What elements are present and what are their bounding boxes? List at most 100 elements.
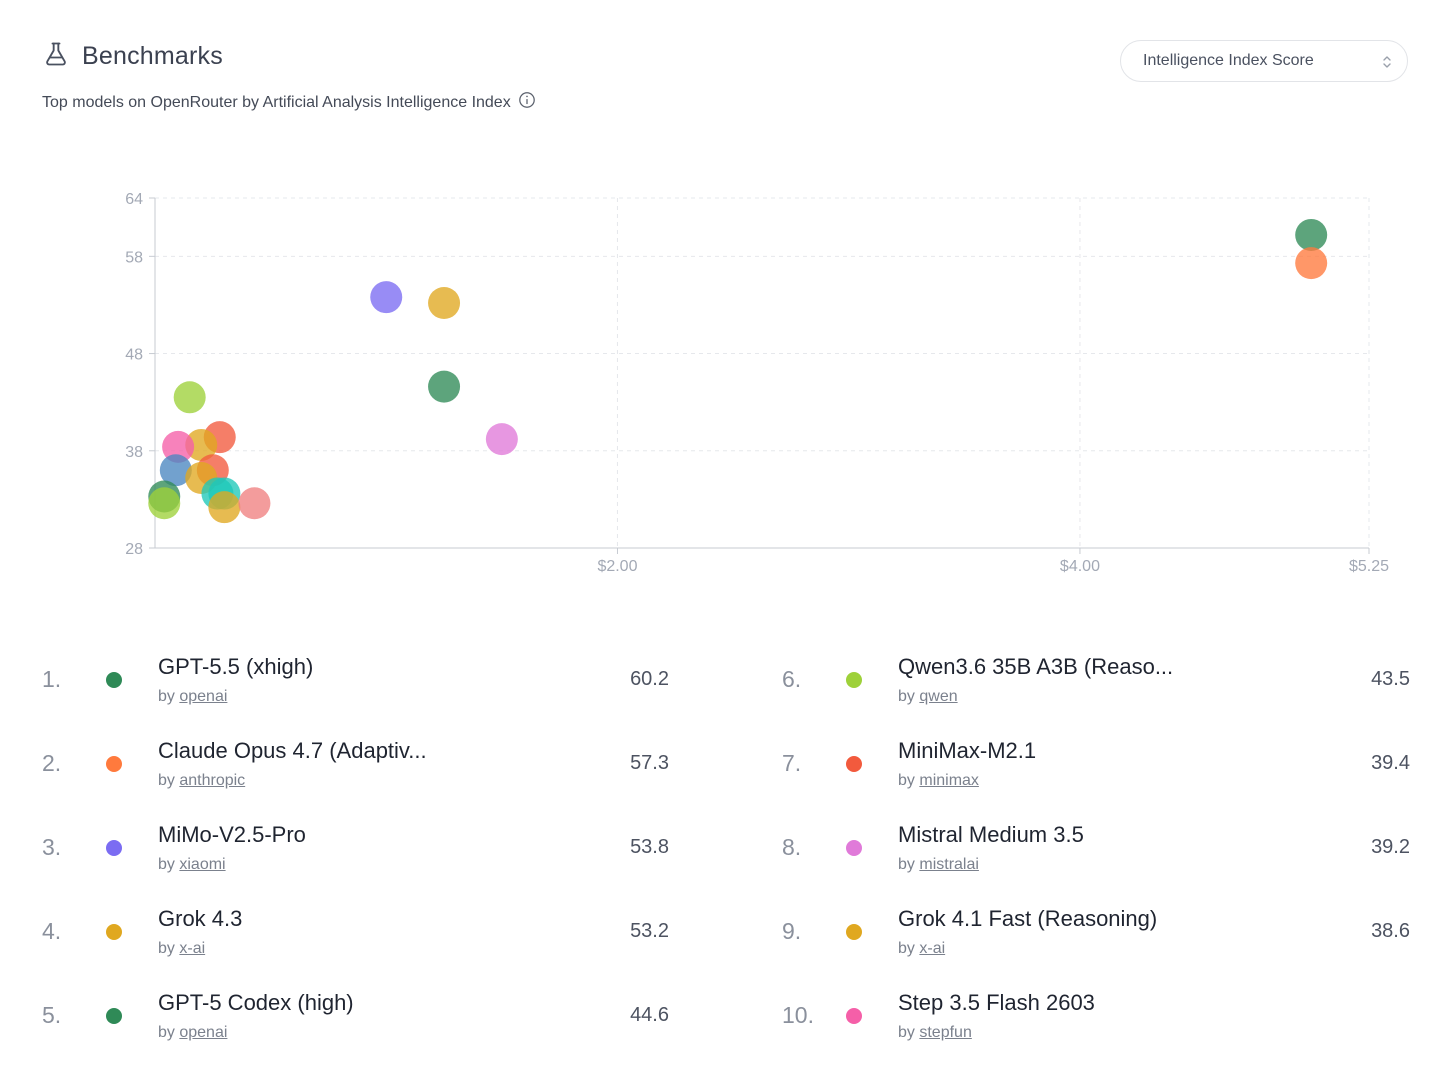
series-color-dot [846, 840, 862, 856]
by-label: by [898, 1024, 915, 1041]
scatter-point [1295, 218, 1328, 251]
rank-number: 3. [42, 834, 62, 860]
title-row: Benchmarks [42, 40, 536, 73]
series-color-dot [846, 924, 862, 940]
flask-icon [42, 40, 70, 73]
leaderboard-row[interactable]: 6. Qwen3.6 35B A3B (Reaso... by qwen 43.5 [740, 648, 1440, 732]
scatter-point [428, 287, 461, 319]
model-author: by xiaomi [158, 856, 226, 874]
model-score: 53.8 [630, 836, 669, 858]
rank-number: 7. [782, 750, 802, 776]
model-author: by qwen [898, 688, 958, 706]
leaderboard-row[interactable]: 7. MiniMax-M2.1 by minimax 39.4 [740, 732, 1440, 816]
model-score: 57.3 [630, 752, 669, 774]
by-label: by [898, 688, 915, 705]
page-subtitle: Top models on OpenRouter by Artificial A… [42, 93, 511, 111]
model-name[interactable]: MiMo-V2.5-Pro [158, 822, 306, 848]
model-name[interactable]: Mistral Medium 3.5 [898, 822, 1084, 848]
series-color-dot [106, 924, 122, 940]
x-tick-label: $2.00 [597, 558, 637, 575]
model-name[interactable]: Grok 4.1 Fast (Reasoning) [898, 906, 1157, 932]
model-score: 44.6 [630, 1004, 669, 1026]
model-score: 39.2 [1371, 836, 1410, 858]
rank-number: 9. [782, 918, 802, 944]
rank-number: 1. [42, 666, 62, 692]
author-link[interactable]: x-ai [179, 940, 205, 957]
author-link[interactable]: minimax [919, 772, 979, 789]
series-color-dot [106, 672, 122, 688]
model-score: 39.4 [1371, 752, 1410, 774]
info-icon[interactable] [518, 91, 536, 114]
series-color-dot [846, 672, 862, 688]
by-label: by [898, 940, 915, 957]
by-label: by [158, 856, 175, 873]
author-link[interactable]: mistralai [919, 856, 979, 873]
scatter-point [428, 370, 461, 403]
scatter-point [148, 487, 181, 520]
leaderboard-row[interactable]: 8. Mistral Medium 3.5 by mistralai 39.2 [740, 816, 1440, 900]
leaderboard-row[interactable]: 5. GPT-5 Codex (high) by openai 44.6 [0, 984, 720, 1068]
series-color-dot [106, 1008, 122, 1024]
leaderboard-row[interactable]: 4. Grok 4.3 by x-ai 53.2 [0, 900, 720, 984]
by-label: by [898, 772, 915, 789]
author-link[interactable]: qwen [919, 688, 957, 705]
leaderboard-row[interactable]: 1. GPT-5.5 (xhigh) by openai 60.2 [0, 648, 720, 732]
metric-select[interactable]: Intelligence Index Score [1120, 40, 1408, 82]
y-tick-label: 64 [125, 191, 143, 208]
author-link[interactable]: openai [179, 1024, 227, 1041]
by-label: by [158, 772, 175, 789]
author-link[interactable]: stepfun [919, 1024, 971, 1041]
y-tick-label: 48 [125, 347, 143, 364]
model-author: by openai [158, 688, 227, 706]
by-label: by [158, 940, 175, 957]
leaderboard-left: 1. GPT-5.5 (xhigh) by openai 60.2 2. Claude O… [0, 648, 720, 1068]
x-tick-label: $5.25 [1349, 558, 1389, 575]
scatter-point [173, 381, 206, 414]
author-link[interactable]: anthropic [179, 772, 245, 789]
x-tick-label: $4.00 [1060, 558, 1100, 575]
model-name[interactable]: Claude Opus 4.7 (Adaptiv... [158, 738, 427, 764]
leaderboard-row[interactable]: 10. Step 3.5 Flash 2603 by stepfun [740, 984, 1440, 1068]
model-author: by anthropic [158, 772, 245, 790]
series-color-dot [106, 840, 122, 856]
scatter-chart: 64 58 48 38 28 $2.00 $4.00 $5.25 [125, 191, 1389, 575]
model-author: by x-ai [158, 940, 205, 958]
model-author: by minimax [898, 772, 979, 790]
model-name[interactable]: MiniMax-M2.1 [898, 738, 1036, 764]
page-title: Benchmarks [82, 42, 223, 70]
rank-number: 5. [42, 1002, 62, 1028]
series-color-dot [106, 756, 122, 772]
scatter-point [485, 423, 518, 456]
leaderboard-row[interactable]: 3. MiMo-V2.5-Pro by xiaomi 53.8 [0, 816, 720, 900]
model-name[interactable]: Qwen3.6 35B A3B (Reaso... [898, 654, 1173, 680]
chevron-up-down-icon [1383, 56, 1391, 68]
model-author: by mistralai [898, 856, 979, 874]
leaderboard-row[interactable]: 2. Claude Opus 4.7 (Adaptiv... by anthropi… [0, 732, 720, 816]
scatter-point [1295, 247, 1328, 280]
by-label: by [158, 1024, 175, 1041]
benchmarks-header: Benchmarks Top models on OpenRouter by A… [42, 40, 536, 114]
rank-number: 2. [42, 750, 62, 776]
author-link[interactable]: xiaomi [179, 856, 225, 873]
model-score: 43.5 [1371, 668, 1410, 690]
rank-number: 6. [782, 666, 802, 692]
series-color-dot [846, 1008, 862, 1024]
model-author: by stepfun [898, 1024, 972, 1042]
y-tick-label: 38 [125, 444, 143, 461]
y-tick-label: 28 [125, 541, 143, 558]
author-link[interactable]: openai [179, 688, 227, 705]
author-link[interactable]: x-ai [919, 940, 945, 957]
scatter-point [208, 491, 241, 524]
leaderboard-right: 6. Qwen3.6 35B A3B (Reaso... by qwen 43.5 7.… [740, 648, 1440, 1068]
subtitle-row: Top models on OpenRouter by Artificial A… [42, 91, 536, 114]
model-name[interactable]: Step 3.5 Flash 2603 [898, 990, 1095, 1016]
leaderboard-row[interactable]: 9. Grok 4.1 Fast (Reasoning) by x-ai 38.6 [740, 900, 1440, 984]
model-score: 53.2 [630, 920, 669, 942]
model-name[interactable]: GPT-5.5 (xhigh) [158, 654, 313, 680]
series-color-dot [846, 756, 862, 772]
model-name[interactable]: GPT-5 Codex (high) [158, 990, 354, 1016]
model-name[interactable]: Grok 4.3 [158, 906, 242, 932]
rank-number: 10. [782, 1002, 814, 1028]
rank-number: 4. [42, 918, 62, 944]
model-author: by openai [158, 1024, 227, 1042]
